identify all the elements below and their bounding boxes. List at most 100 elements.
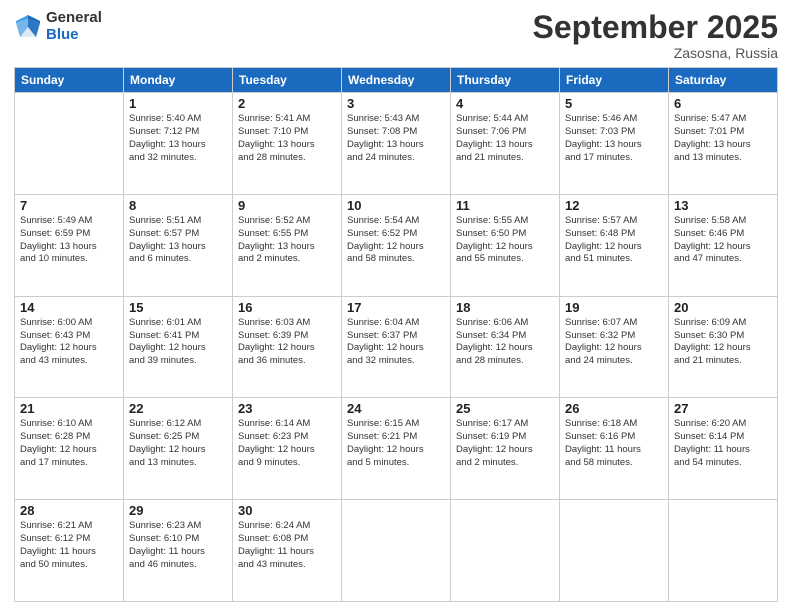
day-info: Sunrise: 5:49 AM Sunset: 6:59 PM Dayligh… [20, 215, 118, 266]
table-row: 25Sunrise: 6:17 AM Sunset: 6:19 PM Dayli… [451, 398, 560, 500]
logo-icon [14, 13, 42, 41]
day-info: Sunrise: 5:55 AM Sunset: 6:50 PM Dayligh… [456, 215, 554, 266]
day-number: 6 [674, 96, 772, 111]
day-info: Sunrise: 6:23 AM Sunset: 6:10 PM Dayligh… [129, 520, 227, 571]
header-thursday: Thursday [451, 68, 560, 93]
page: General Blue September 2025 Zasosna, Rus… [0, 0, 792, 612]
table-row: 22Sunrise: 6:12 AM Sunset: 6:25 PM Dayli… [124, 398, 233, 500]
day-number: 17 [347, 300, 445, 315]
calendar-table: Sunday Monday Tuesday Wednesday Thursday… [14, 67, 778, 602]
day-number: 7 [20, 198, 118, 213]
table-row: 2 Sunrise: 5:41 AM Sunset: 7:10 PM Daylig… [233, 93, 342, 195]
day-info: Sunrise: 5:58 AM Sunset: 6:46 PM Dayligh… [674, 215, 772, 266]
title-month: September 2025 [533, 10, 778, 45]
day-number: 27 [674, 401, 772, 416]
day-number: 1 [129, 96, 227, 111]
day-number: 5 [565, 96, 663, 111]
table-row: 5 Sunrise: 5:46 AM Sunset: 7:03 PM Daylig… [560, 93, 669, 195]
day-number: 10 [347, 198, 445, 213]
table-row: 4 Sunrise: 5:44 AM Sunset: 7:06 PM Daylig… [451, 93, 560, 195]
header-monday: Monday [124, 68, 233, 93]
day-number: 26 [565, 401, 663, 416]
day-info: Sunrise: 6:20 AM Sunset: 6:14 PM Dayligh… [674, 418, 772, 469]
day-info: Sunrise: 6:10 AM Sunset: 6:28 PM Dayligh… [20, 418, 118, 469]
day-number: 15 [129, 300, 227, 315]
day-number: 19 [565, 300, 663, 315]
table-row: 29 Sunrise: 6:23 AM Sunset: 6:10 PM Dayli… [124, 500, 233, 602]
day-info: Sunrise: 5:57 AM Sunset: 6:48 PM Dayligh… [565, 215, 663, 266]
day-number: 11 [456, 198, 554, 213]
day-number: 18 [456, 300, 554, 315]
table-row: 19Sunrise: 6:07 AM Sunset: 6:32 PM Dayli… [560, 296, 669, 398]
day-info: Sunrise: 5:46 AM Sunset: 7:03 PM Dayligh… [565, 113, 663, 164]
table-row: 15 Sunrise: 6:01 AM Sunset: 6:41 PM Dayli… [124, 296, 233, 398]
table-row: 7 Sunrise: 5:49 AM Sunset: 6:59 PM Daylig… [15, 194, 124, 296]
logo-blue-text: Blue [46, 27, 102, 44]
title-location: Zasosna, Russia [533, 45, 778, 61]
day-number: 9 [238, 198, 336, 213]
header-tuesday: Tuesday [233, 68, 342, 93]
day-number: 2 [238, 96, 336, 111]
table-row: 27 Sunrise: 6:20 AM Sunset: 6:14 PM Dayli… [669, 398, 778, 500]
day-number: 21 [20, 401, 118, 416]
table-row: 9 Sunrise: 5:52 AM Sunset: 6:55 PM Daylig… [233, 194, 342, 296]
day-info: Sunrise: 6:04 AM Sunset: 6:37 PM Dayligh… [347, 317, 445, 368]
day-info: Sunrise: 6:14 AM Sunset: 6:23 PM Dayligh… [238, 418, 336, 469]
day-number: 23 [238, 401, 336, 416]
header-sunday: Sunday [15, 68, 124, 93]
day-info: Sunrise: 5:41 AM Sunset: 7:10 PM Dayligh… [238, 113, 336, 164]
day-number: 25 [456, 401, 554, 416]
table-row: 3Sunrise: 5:43 AM Sunset: 7:08 PM Daylig… [342, 93, 451, 195]
day-number: 28 [20, 503, 118, 518]
header-row: Sunday Monday Tuesday Wednesday Thursday… [15, 68, 778, 93]
table-row: 8 Sunrise: 5:51 AM Sunset: 6:57 PM Daylig… [124, 194, 233, 296]
day-number: 13 [674, 198, 772, 213]
day-number: 22 [129, 401, 227, 416]
header-wednesday: Wednesday [342, 68, 451, 93]
table-row: 28 Sunrise: 6:21 AM Sunset: 6:12 PM Dayli… [15, 500, 124, 602]
table-row: 18 Sunrise: 6:06 AM Sunset: 6:34 PM Dayli… [451, 296, 560, 398]
day-info: Sunrise: 5:47 AM Sunset: 7:01 PM Dayligh… [674, 113, 772, 164]
day-info: Sunrise: 6:21 AM Sunset: 6:12 PM Dayligh… [20, 520, 118, 571]
day-number: 8 [129, 198, 227, 213]
day-info: Sunrise: 6:18 AM Sunset: 6:16 PM Dayligh… [565, 418, 663, 469]
day-info: Sunrise: 5:44 AM Sunset: 7:06 PM Dayligh… [456, 113, 554, 164]
day-number: 29 [129, 503, 227, 518]
table-row: 10 Sunrise: 5:54 AM Sunset: 6:52 PM Dayli… [342, 194, 451, 296]
day-info: Sunrise: 6:03 AM Sunset: 6:39 PM Dayligh… [238, 317, 336, 368]
day-info: Sunrise: 6:09 AM Sunset: 6:30 PM Dayligh… [674, 317, 772, 368]
day-number: 3 [347, 96, 445, 111]
table-row: 30 Sunrise: 6:24 AM Sunset: 6:08 PM Dayli… [233, 500, 342, 602]
title-block: September 2025 Zasosna, Russia [533, 10, 778, 61]
day-info: Sunrise: 5:54 AM Sunset: 6:52 PM Dayligh… [347, 215, 445, 266]
table-row: 24Sunrise: 6:15 AM Sunset: 6:21 PM Dayli… [342, 398, 451, 500]
table-row: 12 Sunrise: 5:57 AM Sunset: 6:48 PM Dayli… [560, 194, 669, 296]
table-row: 13 Sunrise: 5:58 AM Sunset: 6:46 PM Dayli… [669, 194, 778, 296]
day-number: 20 [674, 300, 772, 315]
day-number: 4 [456, 96, 554, 111]
table-row [342, 500, 451, 602]
day-info: Sunrise: 6:15 AM Sunset: 6:21 PM Dayligh… [347, 418, 445, 469]
day-number: 16 [238, 300, 336, 315]
table-row [669, 500, 778, 602]
table-row [451, 500, 560, 602]
day-info: Sunrise: 6:01 AM Sunset: 6:41 PM Dayligh… [129, 317, 227, 368]
table-row [560, 500, 669, 602]
day-number: 14 [20, 300, 118, 315]
day-info: Sunrise: 5:51 AM Sunset: 6:57 PM Dayligh… [129, 215, 227, 266]
table-row: 1Sunrise: 5:40 AM Sunset: 7:12 PM Daylig… [124, 93, 233, 195]
header-friday: Friday [560, 68, 669, 93]
table-row: 6 Sunrise: 5:47 AM Sunset: 7:01 PM Daylig… [669, 93, 778, 195]
day-info: Sunrise: 6:24 AM Sunset: 6:08 PM Dayligh… [238, 520, 336, 571]
table-row: 16 Sunrise: 6:03 AM Sunset: 6:39 PM Dayli… [233, 296, 342, 398]
day-info: Sunrise: 6:00 AM Sunset: 6:43 PM Dayligh… [20, 317, 118, 368]
day-info: Sunrise: 6:06 AM Sunset: 6:34 PM Dayligh… [456, 317, 554, 368]
table-row: 26 Sunrise: 6:18 AM Sunset: 6:16 PM Dayli… [560, 398, 669, 500]
header-saturday: Saturday [669, 68, 778, 93]
table-row: 20 Sunrise: 6:09 AM Sunset: 6:30 PM Dayli… [669, 296, 778, 398]
day-number: 30 [238, 503, 336, 518]
table-row: 11 Sunrise: 5:55 AM Sunset: 6:50 PM Dayli… [451, 194, 560, 296]
table-row: 17 Sunrise: 6:04 AM Sunset: 6:37 PM Dayli… [342, 296, 451, 398]
day-number: 12 [565, 198, 663, 213]
day-info: Sunrise: 5:52 AM Sunset: 6:55 PM Dayligh… [238, 215, 336, 266]
